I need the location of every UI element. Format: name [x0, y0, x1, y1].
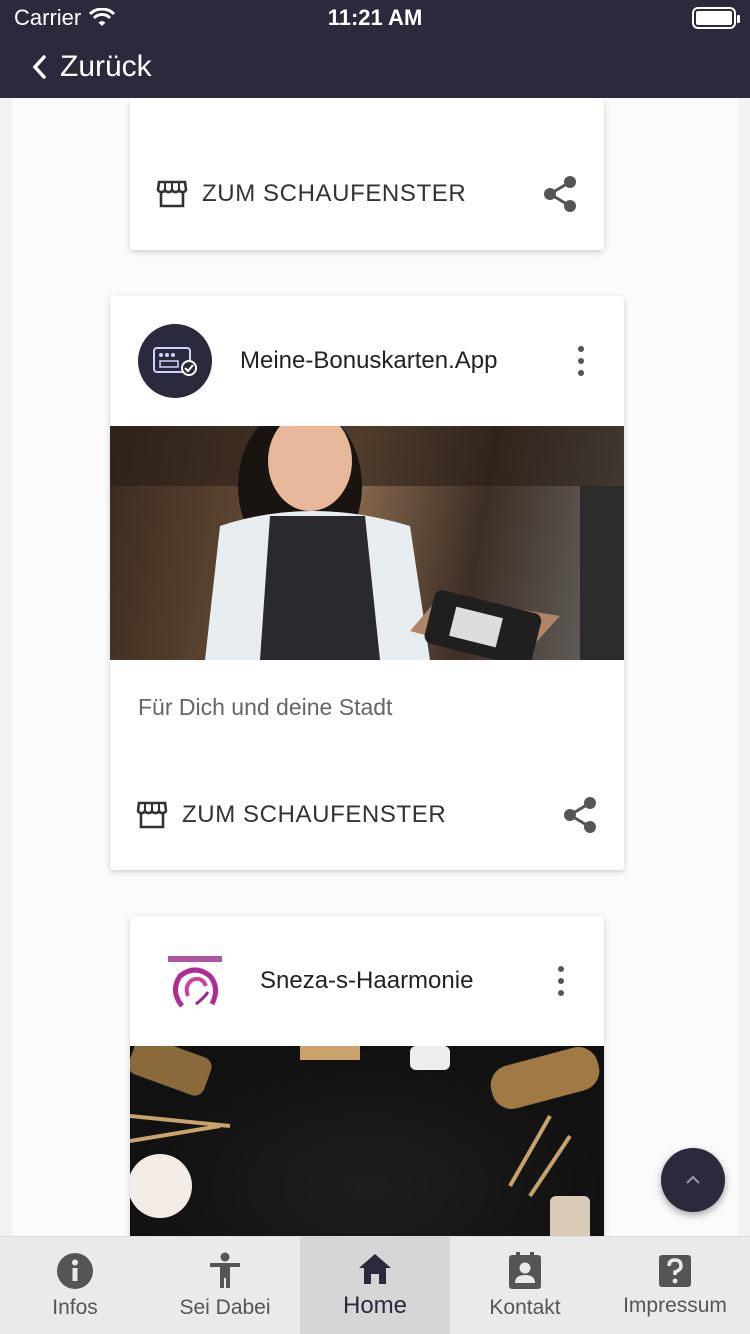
bottom-tab-bar: Infos Sei Dabei Home Kontakt Impressum: [0, 1236, 750, 1334]
more-vert-icon[interactable]: [546, 966, 576, 996]
showcase-button[interactable]: ZUM SCHAUFENSTER: [136, 800, 446, 830]
shop-photo[interactable]: [130, 1046, 604, 1236]
tab-label: Impressum: [623, 1293, 727, 1317]
showcase-button[interactable]: ZUM SCHAUFENSTER: [156, 179, 466, 209]
status-bar: Carrier 11:21 AM: [0, 0, 750, 36]
person-icon: [210, 1252, 240, 1288]
tab-home[interactable]: Home: [300, 1237, 450, 1334]
shop-card: Sneza-s-Haarmonie: [130, 916, 604, 1236]
showcase-label: ZUM SCHAUFENSTER: [202, 180, 467, 207]
tab-label: Kontakt: [489, 1295, 561, 1319]
showcase-label: ZUM SCHAUFENSTER: [182, 801, 447, 828]
home-icon: [359, 1253, 391, 1284]
shop-description: Für Dich und deine Stadt: [138, 694, 393, 720]
shop-avatar[interactable]: [158, 944, 232, 1018]
status-time: 11:21 AM: [327, 5, 423, 30]
chevron-left-icon: [32, 55, 46, 79]
shop-photo[interactable]: [110, 426, 624, 660]
shop-avatar[interactable]: [138, 324, 212, 398]
contact-icon: [509, 1251, 541, 1289]
shop-card: Meine-Bonuskarten.App Für Dich und deine…: [110, 296, 624, 870]
card-header: Meine-Bonuskarten.App: [110, 296, 624, 426]
bonus-card-logo: [153, 347, 197, 376]
tab-impressum[interactable]: Impressum: [600, 1237, 750, 1334]
back-button[interactable]: Zurück: [0, 36, 750, 98]
tab-infos[interactable]: Infos: [0, 1237, 150, 1334]
help-icon: [659, 1254, 691, 1287]
hair-tools-illustration: [130, 1046, 600, 1236]
share-icon[interactable]: [562, 796, 598, 834]
hair-salon-logo: [168, 956, 222, 1008]
tab-sei-dabei[interactable]: Sei Dabei: [150, 1237, 300, 1334]
shop-name[interactable]: Sneza-s-Haarmonie: [260, 967, 546, 995]
barista-illustration: [110, 426, 624, 660]
more-vert-icon[interactable]: [566, 346, 596, 376]
shop-card: ZUM SCHAUFENSTER: [130, 98, 604, 250]
shop-list[interactable]: ZUM SCHAUFENSTER Meine-Bonuskarten.App F…: [12, 98, 738, 1236]
store-icon: [136, 801, 168, 829]
info-icon: [57, 1252, 93, 1289]
chevron-up-icon: [686, 1175, 700, 1184]
tab-kontakt[interactable]: Kontakt: [450, 1237, 600, 1334]
store-icon: [156, 180, 188, 208]
tab-label: Infos: [52, 1295, 98, 1319]
app-header: Carrier 11:21 AM Zurück: [0, 0, 750, 98]
share-icon[interactable]: [542, 175, 578, 213]
back-label: Zurück: [60, 50, 152, 83]
tab-label: Home: [342, 1291, 408, 1319]
scroll-top-button[interactable]: [661, 1148, 725, 1212]
battery-icon: [692, 7, 740, 29]
shop-name[interactable]: Meine-Bonuskarten.App: [240, 347, 566, 375]
tab-label: Sei Dabei: [179, 1295, 271, 1319]
card-header: Sneza-s-Haarmonie: [130, 916, 604, 1046]
